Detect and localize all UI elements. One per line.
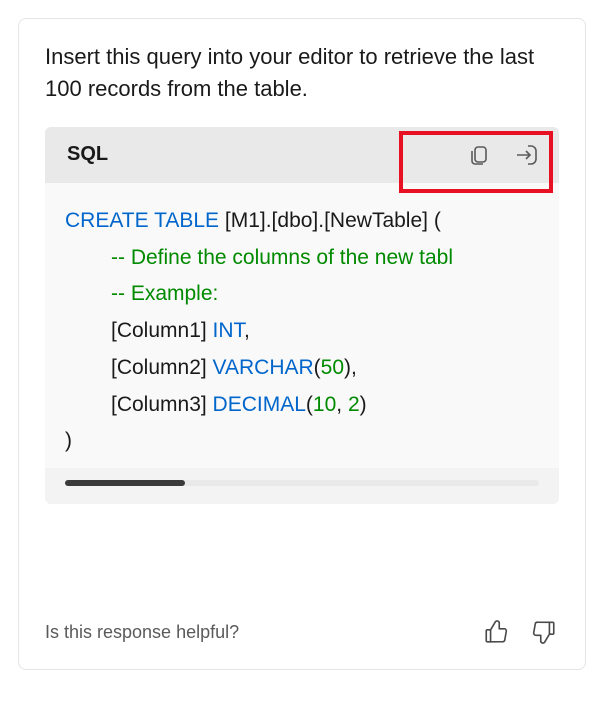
copy-icon bbox=[467, 143, 491, 167]
code-body: CREATE TABLE [M1].[dbo].[NewTable] ( -- … bbox=[45, 183, 559, 468]
insert-button[interactable] bbox=[513, 141, 541, 169]
code-line: ) bbox=[65, 423, 539, 460]
code-line: [Column1] INT, bbox=[65, 313, 539, 350]
feedback-prompt: Is this response helpful? bbox=[45, 622, 239, 643]
code-language-label: SQL bbox=[67, 143, 108, 166]
response-card: Insert this query into your editor to re… bbox=[18, 18, 586, 670]
code-line: CREATE TABLE [M1].[dbo].[NewTable] ( bbox=[65, 203, 539, 240]
thumbs-down-icon bbox=[531, 619, 557, 645]
code-line: -- Define the columns of the new tabl bbox=[65, 240, 539, 277]
code-line: [Column3] DECIMAL(10, 2) bbox=[65, 387, 539, 424]
code-actions bbox=[465, 141, 541, 169]
feedback-row: Is this response helpful? bbox=[45, 591, 559, 647]
code-line: [Column2] VARCHAR(50), bbox=[65, 350, 539, 387]
code-header: SQL bbox=[45, 127, 559, 183]
copy-button[interactable] bbox=[465, 141, 493, 169]
code-line: -- Example: bbox=[65, 276, 539, 313]
horizontal-scrollbar[interactable] bbox=[65, 480, 539, 486]
thumbs-up-icon bbox=[483, 619, 509, 645]
instruction-text: Insert this query into your editor to re… bbox=[45, 41, 559, 105]
feedback-icons bbox=[481, 617, 559, 647]
thumbs-up-button[interactable] bbox=[481, 617, 511, 647]
insert-icon bbox=[514, 142, 540, 168]
code-block: SQL CREATE TABLE [M1].[d bbox=[45, 127, 559, 504]
scrollbar-thumb[interactable] bbox=[65, 480, 185, 486]
thumbs-down-button[interactable] bbox=[529, 617, 559, 647]
